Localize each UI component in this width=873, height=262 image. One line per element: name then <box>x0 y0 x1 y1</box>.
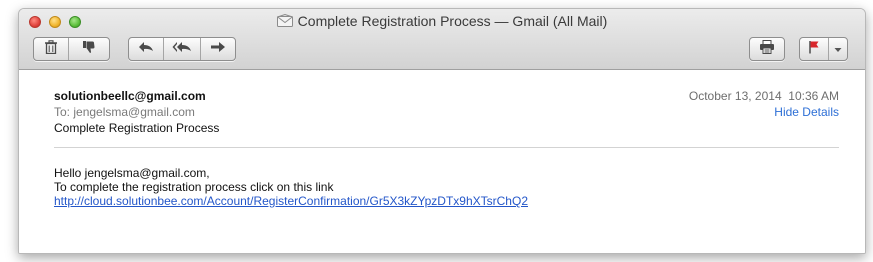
mail-window: Complete Registration Process — Gmail (A… <box>18 8 866 254</box>
message-pane: solutionbeellc@gmail.com To: jengelsma@g… <box>19 70 865 253</box>
reply-all-button[interactable] <box>164 38 201 60</box>
message-body: Hello jengelsma@gmail.com, To complete t… <box>54 166 528 208</box>
sender-address[interactable]: solutionbeellc@gmail.com <box>54 89 206 103</box>
message-subject: Complete Registration Process <box>54 121 220 135</box>
flag-icon <box>808 40 820 59</box>
reply-arrow-icon <box>138 40 154 58</box>
message-date: October 13, 2014 10:36 AM <box>688 89 839 103</box>
body-instruction: To complete the registration process cli… <box>54 180 334 194</box>
flag-group <box>799 37 848 61</box>
hide-details-link[interactable]: Hide Details <box>774 105 839 119</box>
reply-group <box>128 37 236 61</box>
print-button[interactable] <box>750 38 784 60</box>
junk-button[interactable] <box>69 38 109 60</box>
delete-button[interactable] <box>34 38 69 60</box>
forward-arrow-icon <box>210 40 226 58</box>
window-title-container: Complete Registration Process — Gmail (A… <box>19 13 865 30</box>
reply-all-arrow-icon <box>172 40 192 58</box>
delete-junk-group <box>33 37 110 61</box>
print-group <box>749 37 785 61</box>
window-title: Complete Registration Process — Gmail (A… <box>297 13 608 29</box>
registration-link[interactable]: http://cloud.solutionbee.com/Account/Reg… <box>54 194 528 208</box>
to-label: To: <box>54 105 71 119</box>
thumbs-down-icon <box>82 40 96 59</box>
recipient-address[interactable]: jengelsma@gmail.com <box>73 105 195 119</box>
envelope-icon <box>276 13 293 30</box>
header-divider <box>54 147 839 148</box>
title-bar: Complete Registration Process — Gmail (A… <box>19 9 865 70</box>
reply-button[interactable] <box>129 38 164 60</box>
body-greeting: Hello jengelsma@gmail.com, <box>54 166 210 180</box>
forward-button[interactable] <box>201 38 235 60</box>
chevron-down-icon <box>834 40 842 58</box>
trash-icon <box>44 39 58 59</box>
printer-icon <box>759 39 775 59</box>
flag-button[interactable] <box>800 38 829 60</box>
recipient-line: To: jengelsma@gmail.com <box>54 105 195 119</box>
flag-menu-button[interactable] <box>829 38 847 60</box>
